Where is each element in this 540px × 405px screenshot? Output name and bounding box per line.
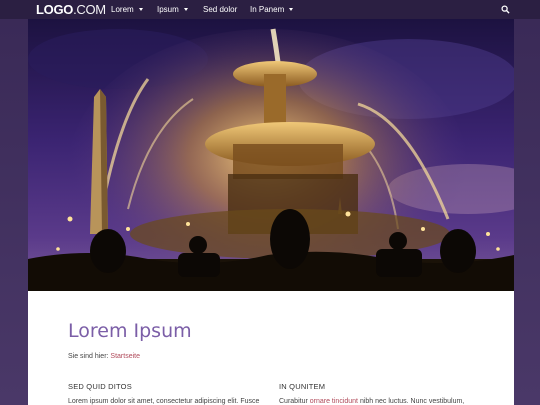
main-content: Lorem Ipsum Sie sind hier: Startseite SE…: [28, 291, 514, 405]
column-text-2-after: nibh nec luctus. Nunc vestibulum,: [359, 398, 465, 405]
chevron-down-icon: [183, 8, 188, 11]
nav-item-label: Sed dolor: [203, 5, 238, 14]
chevron-down-icon: [289, 8, 294, 11]
column-text-2-before: Curabitur: [279, 398, 308, 405]
search-icon[interactable]: [501, 5, 510, 14]
fountain-night-photo: [28, 19, 514, 291]
breadcrumb-prefix: Sie sind hier:: [68, 353, 109, 360]
logo-thin-text: .COM: [73, 2, 106, 17]
breadcrumb-link-home[interactable]: Startseite: [110, 353, 140, 360]
right-background-band: [512, 19, 540, 405]
nav-item-ipsum[interactable]: Ipsum: [157, 5, 188, 14]
nav-item-sed-dolor[interactable]: Sed dolor: [203, 5, 237, 14]
column-text-1-body: Lorem ipsum dolor sit amet, consectetur …: [68, 398, 260, 405]
page-title: Lorem Ipsum: [68, 320, 192, 342]
logo-bold-text: LOGO: [36, 2, 74, 17]
nav-item-label: In Panem: [250, 5, 285, 14]
column-heading-sed-quid-ditos: SED QUID DITOS: [68, 382, 132, 391]
top-navbar: LOGO.COM Lorem Ipsum Sed dolor In Panem: [0, 0, 540, 19]
column-text-2: Curabitur ornare tincidunt nibh nec luct…: [279, 398, 464, 405]
column-text-2-link[interactable]: ornare tincidunt: [310, 398, 358, 405]
nav-item-lorem[interactable]: Lorem: [111, 5, 143, 14]
nav-item-label: Lorem: [111, 5, 134, 14]
nav-item-in-panem[interactable]: In Panem: [250, 5, 294, 14]
left-background-band: [0, 19, 28, 405]
nav-item-label: Ipsum: [157, 5, 179, 14]
column-text-1: Lorem ipsum dolor sit amet, consectetur …: [68, 398, 259, 405]
chevron-down-icon: [138, 8, 143, 11]
column-heading-in-qunitem: IN QUNITEM: [279, 382, 326, 391]
breadcrumb: Sie sind hier: Startseite: [68, 353, 140, 360]
hero-image: [28, 19, 514, 291]
site-logo[interactable]: LOGO.COM: [36, 2, 106, 17]
